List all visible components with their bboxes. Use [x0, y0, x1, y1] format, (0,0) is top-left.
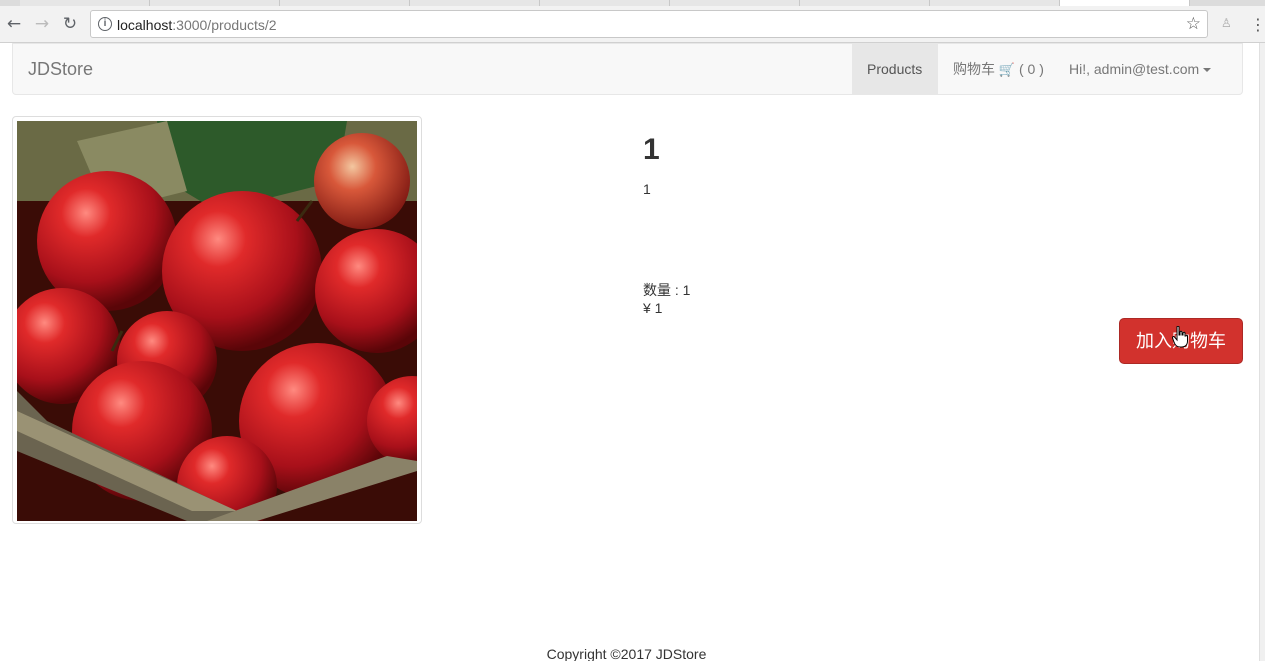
nav-cart-label: 购物车: [953, 61, 995, 77]
site-navbar: JDStore Products 购物车 🛒 ( 0 ) Hi!, admin@…: [12, 43, 1243, 95]
hand-cursor-icon: [1172, 326, 1188, 348]
reload-icon[interactable]: ↻: [60, 14, 80, 34]
product-price: ¥ 1: [643, 300, 663, 316]
product-title: 1: [643, 133, 660, 166]
url-host: localhost: [117, 17, 173, 33]
address-bar[interactable]: i localhost:3000/products/2 ☆: [90, 10, 1208, 38]
nav-products-label: Products: [867, 61, 923, 77]
nav-cart[interactable]: 购物车 🛒 ( 0 ): [938, 44, 1059, 94]
forward-arrow-icon[interactable]: →: [32, 14, 52, 34]
shopping-cart-icon: 🛒: [998, 63, 1016, 78]
cart-count: ( 0 ): [1018, 61, 1044, 77]
caret-down-icon: [1203, 68, 1212, 73]
info-icon[interactable]: i: [98, 17, 112, 31]
user-greeting: Hi!, admin@test.com: [1069, 61, 1200, 77]
product-quantity: 数量 : 1: [643, 282, 691, 298]
back-arrow-icon[interactable]: ←: [4, 14, 24, 34]
product-photo: [17, 121, 417, 521]
product-description: 1: [643, 181, 651, 197]
brand-logo[interactable]: JDStore: [28, 59, 93, 80]
bookmark-star-icon[interactable]: ☆: [1186, 14, 1201, 34]
browser-toolbar: ← → ↻ i localhost:3000/products/2 ☆ ♙ ⋮: [0, 6, 1265, 43]
browser-menu-icon[interactable]: ⋮: [1250, 15, 1265, 34]
extension-icon[interactable]: ♙: [1221, 16, 1232, 30]
product-image-frame: [12, 116, 422, 524]
page-scrollbar[interactable]: [1259, 43, 1265, 661]
url-text[interactable]: localhost:3000/products/2: [117, 17, 277, 33]
nav-products[interactable]: Products: [852, 44, 938, 94]
url-path: :3000/products/2: [172, 17, 277, 33]
nav-user-dropdown[interactable]: Hi!, admin@test.com: [1054, 44, 1226, 94]
footer-copyright: Copyright ©2017 JDStore: [546, 646, 707, 661]
